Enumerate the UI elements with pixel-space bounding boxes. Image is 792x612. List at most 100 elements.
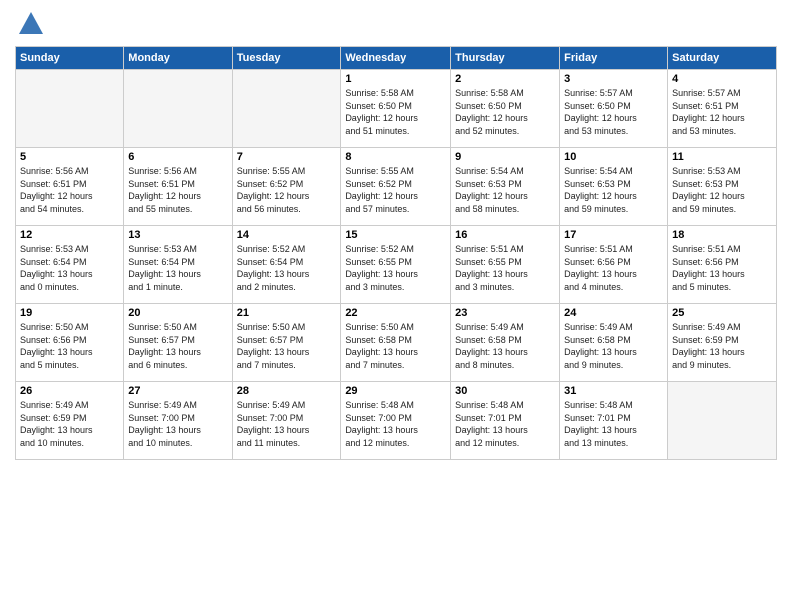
day-number: 19 xyxy=(20,307,119,319)
day-number: 31 xyxy=(564,385,663,397)
day-info: Sunrise: 5:48 AM Sunset: 7:01 PM Dayligh… xyxy=(564,399,663,449)
day-number: 8 xyxy=(345,151,446,163)
day-number: 15 xyxy=(345,229,446,241)
day-number: 10 xyxy=(564,151,663,163)
calendar-cell: 23Sunrise: 5:49 AM Sunset: 6:58 PM Dayli… xyxy=(451,304,560,382)
day-info: Sunrise: 5:55 AM Sunset: 6:52 PM Dayligh… xyxy=(237,165,337,215)
day-of-week-header: Friday xyxy=(560,47,668,70)
day-info: Sunrise: 5:58 AM Sunset: 6:50 PM Dayligh… xyxy=(455,87,555,137)
day-info: Sunrise: 5:54 AM Sunset: 6:53 PM Dayligh… xyxy=(564,165,663,215)
logo-icon xyxy=(17,10,45,38)
calendar-cell: 28Sunrise: 5:49 AM Sunset: 7:00 PM Dayli… xyxy=(232,382,341,460)
day-of-week-header: Thursday xyxy=(451,47,560,70)
day-info: Sunrise: 5:55 AM Sunset: 6:52 PM Dayligh… xyxy=(345,165,446,215)
day-number: 22 xyxy=(345,307,446,319)
day-info: Sunrise: 5:54 AM Sunset: 6:53 PM Dayligh… xyxy=(455,165,555,215)
calendar-table: SundayMondayTuesdayWednesdayThursdayFrid… xyxy=(15,46,777,460)
day-info: Sunrise: 5:49 AM Sunset: 6:59 PM Dayligh… xyxy=(20,399,119,449)
calendar-cell xyxy=(668,382,777,460)
calendar-cell: 14 Sunrise: 5:52 AM Sunset: 6:54 PM Dayli… xyxy=(232,226,341,304)
day-number: 6 xyxy=(128,151,227,163)
day-number: 14 xyxy=(237,229,337,241)
calendar-cell: 9 Sunrise: 5:54 AM Sunset: 6:53 PM Daylig… xyxy=(451,148,560,226)
day-of-week-header: Wednesday xyxy=(341,47,451,70)
day-number: 1 xyxy=(345,73,446,85)
calendar-week-row: 19Sunrise: 5:50 AM Sunset: 6:56 PM Dayli… xyxy=(16,304,777,382)
day-number: 25 xyxy=(672,307,772,319)
calendar-cell: 12 Sunrise: 5:53 AM Sunset: 6:54 PM Dayli… xyxy=(16,226,124,304)
day-info: Sunrise: 5:53 AM Sunset: 6:53 PM Dayligh… xyxy=(672,165,772,215)
day-number: 4 xyxy=(672,73,772,85)
calendar-cell xyxy=(16,70,124,148)
day-info: Sunrise: 5:48 AM Sunset: 7:00 PM Dayligh… xyxy=(345,399,446,449)
calendar-cell: 27Sunrise: 5:49 AM Sunset: 7:00 PM Dayli… xyxy=(124,382,232,460)
calendar-body: 1 Sunrise: 5:58 AM Sunset: 6:50 PM Daylig… xyxy=(16,70,777,460)
day-info: Sunrise: 5:50 AM Sunset: 6:57 PM Dayligh… xyxy=(128,321,227,371)
day-number: 27 xyxy=(128,385,227,397)
calendar-cell: 20 Sunrise: 5:50 AM Sunset: 6:57 PM Dayli… xyxy=(124,304,232,382)
day-info: Sunrise: 5:51 AM Sunset: 6:55 PM Dayligh… xyxy=(455,243,555,293)
day-info: Sunrise: 5:52 AM Sunset: 6:55 PM Dayligh… xyxy=(345,243,446,293)
day-info: Sunrise: 5:53 AM Sunset: 6:54 PM Dayligh… xyxy=(128,243,227,293)
day-number: 16 xyxy=(455,229,555,241)
calendar-cell: 8 Sunrise: 5:55 AM Sunset: 6:52 PM Daylig… xyxy=(341,148,451,226)
calendar-week-row: 1 Sunrise: 5:58 AM Sunset: 6:50 PM Daylig… xyxy=(16,70,777,148)
calendar-week-row: 5 Sunrise: 5:56 AM Sunset: 6:51 PM Daylig… xyxy=(16,148,777,226)
day-number: 20 xyxy=(128,307,227,319)
day-number: 9 xyxy=(455,151,555,163)
calendar-cell: 29 Sunrise: 5:48 AM Sunset: 7:00 PM Dayli… xyxy=(341,382,451,460)
calendar-cell: 5 Sunrise: 5:56 AM Sunset: 6:51 PM Daylig… xyxy=(16,148,124,226)
day-info: Sunrise: 5:51 AM Sunset: 6:56 PM Dayligh… xyxy=(564,243,663,293)
calendar-cell: 6 Sunrise: 5:56 AM Sunset: 6:51 PM Daylig… xyxy=(124,148,232,226)
day-number: 3 xyxy=(564,73,663,85)
calendar-cell: 2 Sunrise: 5:58 AM Sunset: 6:50 PM Daylig… xyxy=(451,70,560,148)
day-number: 30 xyxy=(455,385,555,397)
day-info: Sunrise: 5:48 AM Sunset: 7:01 PM Dayligh… xyxy=(455,399,555,449)
calendar-week-row: 26 Sunrise: 5:49 AM Sunset: 6:59 PM Dayli… xyxy=(16,382,777,460)
calendar-cell: 1 Sunrise: 5:58 AM Sunset: 6:50 PM Daylig… xyxy=(341,70,451,148)
day-number: 5 xyxy=(20,151,119,163)
calendar-cell: 21Sunrise: 5:50 AM Sunset: 6:57 PM Dayli… xyxy=(232,304,341,382)
calendar-cell: 31 Sunrise: 5:48 AM Sunset: 7:01 PM Dayli… xyxy=(560,382,668,460)
day-number: 17 xyxy=(564,229,663,241)
calendar-cell: 13 Sunrise: 5:53 AM Sunset: 6:54 PM Dayli… xyxy=(124,226,232,304)
calendar-cell: 4 Sunrise: 5:57 AM Sunset: 6:51 PM Daylig… xyxy=(668,70,777,148)
day-info: Sunrise: 5:53 AM Sunset: 6:54 PM Dayligh… xyxy=(20,243,119,293)
day-info: Sunrise: 5:58 AM Sunset: 6:50 PM Dayligh… xyxy=(345,87,446,137)
calendar-cell: 19Sunrise: 5:50 AM Sunset: 6:56 PM Dayli… xyxy=(16,304,124,382)
day-number: 18 xyxy=(672,229,772,241)
calendar-cell: 10 Sunrise: 5:54 AM Sunset: 6:53 PM Dayli… xyxy=(560,148,668,226)
day-of-week-header: Tuesday xyxy=(232,47,341,70)
calendar-cell xyxy=(232,70,341,148)
calendar-cell: 25Sunrise: 5:49 AM Sunset: 6:59 PM Dayli… xyxy=(668,304,777,382)
day-number: 28 xyxy=(237,385,337,397)
day-number: 2 xyxy=(455,73,555,85)
day-info: Sunrise: 5:56 AM Sunset: 6:51 PM Dayligh… xyxy=(128,165,227,215)
day-info: Sunrise: 5:56 AM Sunset: 6:51 PM Dayligh… xyxy=(20,165,119,215)
day-info: Sunrise: 5:57 AM Sunset: 6:51 PM Dayligh… xyxy=(672,87,772,137)
calendar-cell: 24 Sunrise: 5:49 AM Sunset: 6:58 PM Dayli… xyxy=(560,304,668,382)
day-number: 12 xyxy=(20,229,119,241)
main-container: SundayMondayTuesdayWednesdayThursdayFrid… xyxy=(0,0,792,470)
logo xyxy=(15,10,45,38)
day-info: Sunrise: 5:52 AM Sunset: 6:54 PM Dayligh… xyxy=(237,243,337,293)
day-number: 7 xyxy=(237,151,337,163)
calendar-cell: 22Sunrise: 5:50 AM Sunset: 6:58 PM Dayli… xyxy=(341,304,451,382)
header xyxy=(15,10,777,38)
calendar-cell: 16 Sunrise: 5:51 AM Sunset: 6:55 PM Dayli… xyxy=(451,226,560,304)
day-number: 24 xyxy=(564,307,663,319)
day-number: 26 xyxy=(20,385,119,397)
day-number: 21 xyxy=(237,307,337,319)
day-number: 29 xyxy=(345,385,446,397)
calendar-cell: 30 Sunrise: 5:48 AM Sunset: 7:01 PM Dayli… xyxy=(451,382,560,460)
calendar-cell: 17 Sunrise: 5:51 AM Sunset: 6:56 PM Dayli… xyxy=(560,226,668,304)
calendar-week-row: 12 Sunrise: 5:53 AM Sunset: 6:54 PM Dayli… xyxy=(16,226,777,304)
day-number: 13 xyxy=(128,229,227,241)
day-info: Sunrise: 5:49 AM Sunset: 6:58 PM Dayligh… xyxy=(564,321,663,371)
calendar-cell: 3 Sunrise: 5:57 AM Sunset: 6:50 PM Daylig… xyxy=(560,70,668,148)
day-info: Sunrise: 5:57 AM Sunset: 6:50 PM Dayligh… xyxy=(564,87,663,137)
day-of-week-header: Monday xyxy=(124,47,232,70)
calendar-cell xyxy=(124,70,232,148)
calendar-cell: 15 Sunrise: 5:52 AM Sunset: 6:55 PM Dayli… xyxy=(341,226,451,304)
day-info: Sunrise: 5:49 AM Sunset: 6:58 PM Dayligh… xyxy=(455,321,555,371)
